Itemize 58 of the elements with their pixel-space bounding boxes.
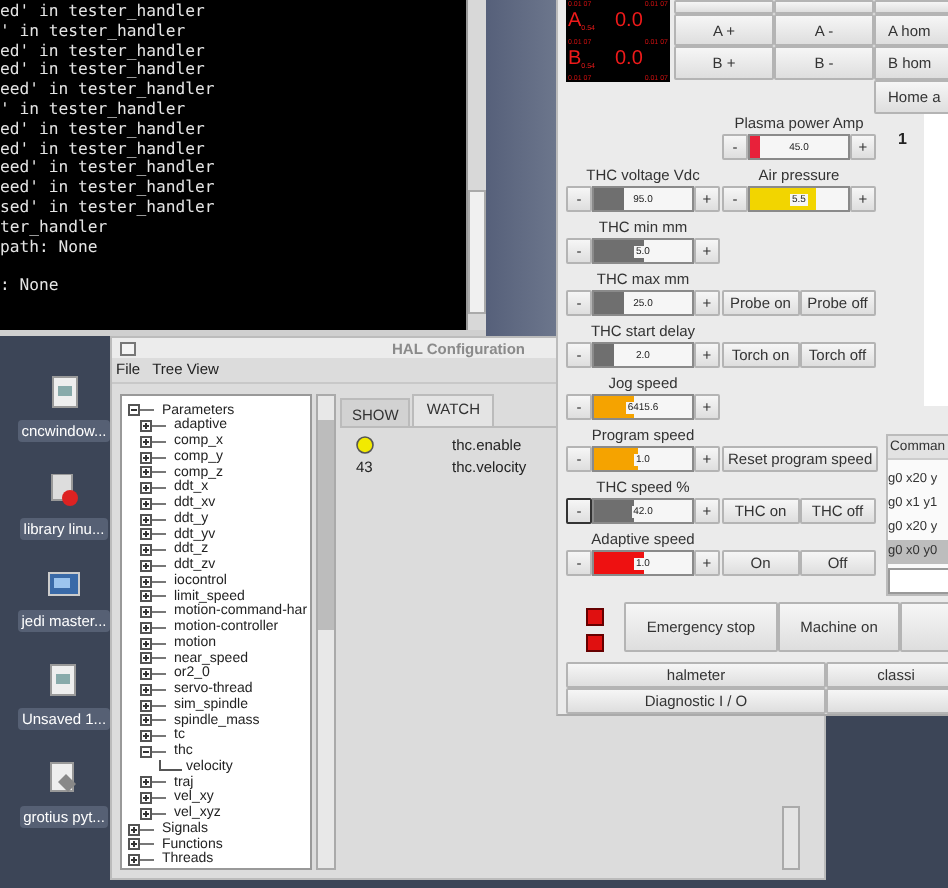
expander-icon[interactable] (140, 451, 166, 464)
expander-icon[interactable] (140, 637, 166, 650)
expander-icon[interactable] (140, 544, 166, 557)
expander-icon[interactable] (128, 823, 154, 836)
terminal-line: ' in tester_handler (0, 99, 186, 120)
expander-icon[interactable] (128, 854, 154, 867)
terminal-line: ter_handler (0, 217, 108, 238)
expander-icon[interactable] (140, 745, 166, 758)
expander-icon[interactable] (140, 482, 166, 495)
terminal-line: eed' in tester_handler (0, 80, 217, 100)
terminal-line: eed' in tester_handler (0, 178, 217, 198)
expander-icon[interactable] (140, 699, 166, 712)
expander-icon[interactable] (140, 652, 166, 665)
counter-value: 1 (898, 130, 907, 150)
terminal-line: ed' in tester_handler (0, 139, 205, 159)
scrollbar[interactable] (782, 805, 800, 870)
file-icon[interactable] (49, 762, 78, 794)
expander-icon[interactable] (140, 435, 166, 448)
terminal-line: path: None (0, 237, 98, 257)
scrollbar[interactable] (466, 0, 486, 330)
expander-icon[interactable] (140, 730, 166, 743)
terminal-line: sed' in tester_handler (0, 197, 217, 218)
terminal-line: ed' in tester_handler (0, 2, 207, 22)
axis-letter: A (568, 12, 582, 33)
expander-icon[interactable] (140, 513, 166, 526)
file-icon[interactable] (50, 664, 77, 696)
expander-icon[interactable] (140, 792, 166, 805)
expander-icon[interactable] (140, 575, 166, 588)
expander-icon[interactable] (140, 528, 166, 541)
expander-icon[interactable] (140, 559, 166, 572)
expander-icon[interactable] (140, 776, 166, 789)
package-icon[interactable] (50, 474, 78, 506)
expander-icon[interactable] (140, 466, 166, 479)
expander-icon[interactable] (140, 807, 166, 820)
terminal-line: ed' in tester_handler (0, 60, 207, 81)
axis-value: 0.0 (614, 49, 643, 70)
axis-value: 0.0 (614, 12, 643, 33)
expander-icon[interactable] (140, 606, 166, 619)
terminal-line: ' in tester_handler (0, 21, 186, 42)
expander-icon[interactable] (128, 404, 154, 417)
terminal-line: : None (0, 276, 61, 296)
expander-icon[interactable] (140, 714, 166, 727)
expander-icon[interactable] (140, 683, 166, 696)
expander-icon[interactable] (140, 621, 166, 634)
expander-icon[interactable] (128, 838, 154, 851)
terminal-line: ed' in tester_handler (0, 41, 207, 61)
tree-line-icon (158, 760, 182, 775)
axis-letter: B (568, 49, 582, 70)
terminal-line: ed' in tester_handler (0, 119, 207, 140)
scrollbar[interactable] (316, 393, 336, 870)
command-input[interactable] (888, 568, 948, 594)
file-icon[interactable] (51, 376, 77, 408)
expander-icon[interactable] (140, 668, 166, 681)
monitor-icon[interactable] (48, 572, 80, 598)
expander-icon[interactable] (140, 590, 166, 603)
expander-icon[interactable] (140, 497, 166, 510)
terminal-line: eed' in tester_handler (0, 158, 217, 179)
expander-icon[interactable] (140, 420, 166, 433)
